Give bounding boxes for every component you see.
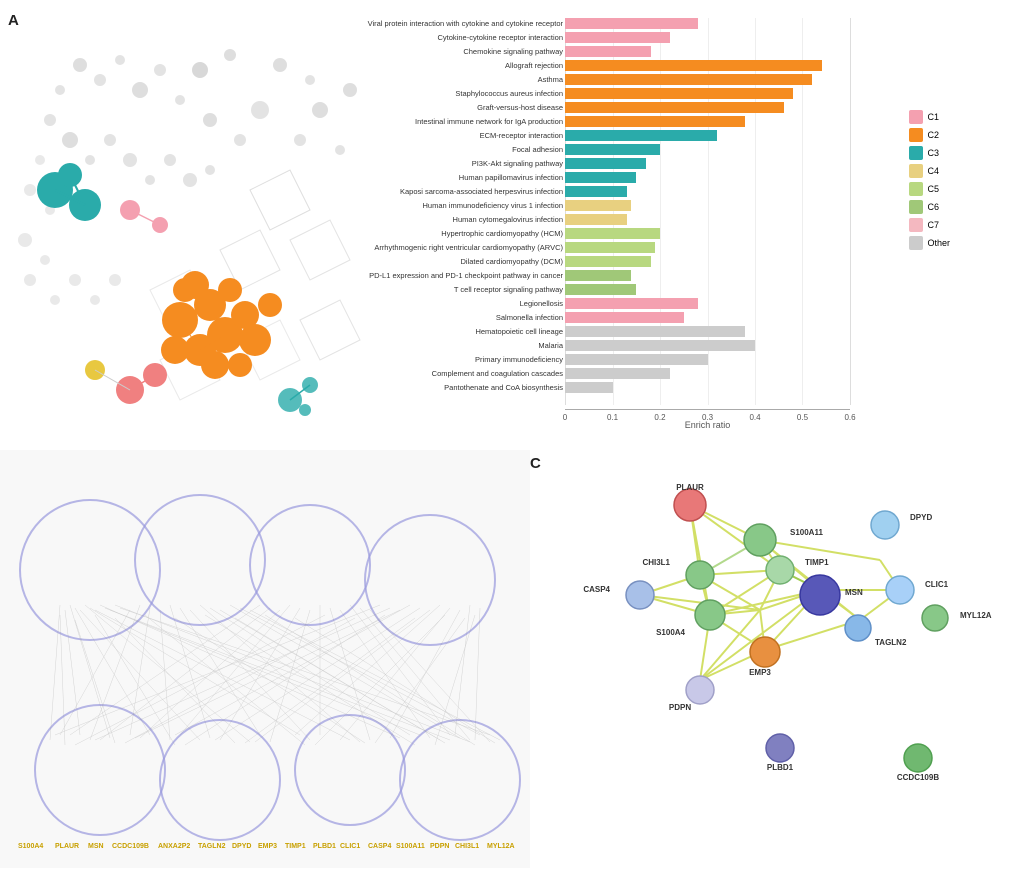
- bipartite-panel: S100A4 PLAUR MSN CCDC109B ANXA2P2 TAGLN2…: [0, 450, 530, 868]
- svg-text:CCDC109B: CCDC109B: [112, 843, 149, 850]
- svg-text:CLIC1: CLIC1: [340, 843, 360, 850]
- svg-text:S100A11: S100A11: [396, 843, 425, 850]
- svg-text:EMP3: EMP3: [258, 843, 277, 850]
- svg-text:ANXA2P2: ANXA2P2: [158, 843, 190, 850]
- svg-text:MYL12A: MYL12A: [960, 611, 992, 620]
- svg-text:CHI3L1: CHI3L1: [642, 558, 670, 567]
- svg-text:TIMP1: TIMP1: [285, 843, 306, 850]
- svg-text:PDPN: PDPN: [669, 703, 691, 712]
- svg-text:CHI3L1: CHI3L1: [455, 843, 479, 850]
- svg-text:PLBD1: PLBD1: [313, 843, 336, 850]
- svg-text:CLIC1: CLIC1: [925, 580, 949, 589]
- svg-text:MSN: MSN: [845, 588, 863, 597]
- bar-chart-panel: Viral protein interaction with cytokine …: [365, 10, 955, 440]
- svg-text:CCDC109B: CCDC109B: [897, 773, 939, 782]
- svg-text:EMP3: EMP3: [749, 668, 771, 677]
- legend-other-label: Other: [927, 238, 950, 248]
- svg-text:MSN: MSN: [88, 843, 104, 850]
- svg-text:TAGLN2: TAGLN2: [198, 843, 226, 850]
- protein-network-panel: PLAUR S100A11 DPYD CHI3L1 CASP4 TIMP1 CL…: [530, 450, 1020, 868]
- svg-text:CASP4: CASP4: [368, 843, 391, 850]
- svg-text:S100A11: S100A11: [790, 528, 823, 537]
- svg-text:TAGLN2: TAGLN2: [875, 638, 907, 647]
- svg-text:MYL12A: MYL12A: [487, 843, 515, 850]
- svg-text:PLAUR: PLAUR: [676, 483, 704, 492]
- legend: C1 C2 C3 C4 C5 C6: [909, 110, 950, 254]
- svg-text:S100A4: S100A4: [656, 628, 685, 637]
- x-axis-label: Enrich ratio: [565, 420, 850, 430]
- svg-text:TIMP1: TIMP1: [805, 558, 829, 567]
- svg-text:CASP4: CASP4: [583, 585, 610, 594]
- svg-text:PLBD1: PLBD1: [767, 763, 794, 772]
- svg-text:PLAUR: PLAUR: [55, 843, 79, 850]
- svg-text:DPYD: DPYD: [910, 513, 932, 522]
- svg-text:DPYD: DPYD: [232, 843, 251, 850]
- svg-text:S100A4: S100A4: [18, 843, 43, 850]
- network-panel: [0, 10, 380, 440]
- svg-text:PDPN: PDPN: [430, 843, 449, 850]
